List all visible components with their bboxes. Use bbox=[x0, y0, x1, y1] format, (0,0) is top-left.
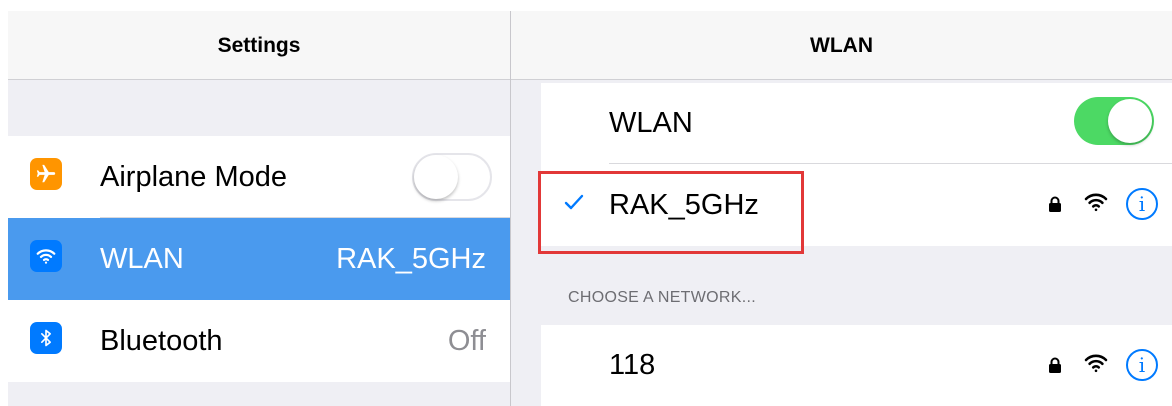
sidebar-item-label: Airplane Mode bbox=[100, 161, 287, 193]
sidebar-item-airplane-mode[interactable]: Airplane Mode bbox=[8, 136, 510, 218]
sidebar-item-value: Off bbox=[447, 325, 486, 357]
network-status-icons: i bbox=[1048, 188, 1158, 220]
settings-title: Settings bbox=[217, 34, 301, 57]
airplane-mode-toggle[interactable] bbox=[412, 153, 492, 201]
airplane-icon bbox=[30, 158, 62, 190]
settings-navbar: Settings bbox=[8, 11, 510, 80]
wifi-signal-icon bbox=[1084, 353, 1108, 378]
lock-icon bbox=[1048, 196, 1062, 212]
settings-sidebar: Settings Airplane Mode WLAN RAK_5GHz Blu… bbox=[8, 11, 510, 406]
wlan-navbar: WLAN bbox=[511, 11, 1172, 80]
sidebar-item-label: WLAN bbox=[100, 243, 184, 275]
network-status-icons: i bbox=[1048, 349, 1158, 381]
wifi-signal-icon bbox=[1084, 192, 1108, 217]
wlan-toggle-row: WLAN bbox=[541, 83, 1172, 164]
info-icon[interactable]: i bbox=[1126, 349, 1158, 381]
sidebar-item-label: Bluetooth bbox=[100, 325, 223, 357]
toggle-knob bbox=[1108, 99, 1152, 143]
bluetooth-icon bbox=[30, 322, 62, 354]
wlan-toggle-label: WLAN bbox=[609, 107, 693, 139]
section-header: CHOOSE A NETWORK... bbox=[568, 289, 756, 306]
sidebar-item-value: RAK_5GHz bbox=[336, 243, 486, 275]
toggle-knob bbox=[414, 155, 458, 199]
highlight-annotation bbox=[538, 171, 804, 254]
sidebar-item-wlan[interactable]: WLAN RAK_5GHz bbox=[8, 218, 510, 300]
wlan-title: WLAN bbox=[810, 34, 873, 57]
lock-icon bbox=[1048, 357, 1062, 373]
info-icon[interactable]: i bbox=[1126, 188, 1158, 220]
network-name: 118 bbox=[609, 349, 656, 381]
wifi-icon bbox=[30, 240, 62, 272]
network-row[interactable]: 118 i bbox=[541, 325, 1172, 406]
sidebar-item-bluetooth[interactable]: Bluetooth Off bbox=[8, 300, 510, 382]
wlan-toggle[interactable] bbox=[1074, 97, 1154, 145]
